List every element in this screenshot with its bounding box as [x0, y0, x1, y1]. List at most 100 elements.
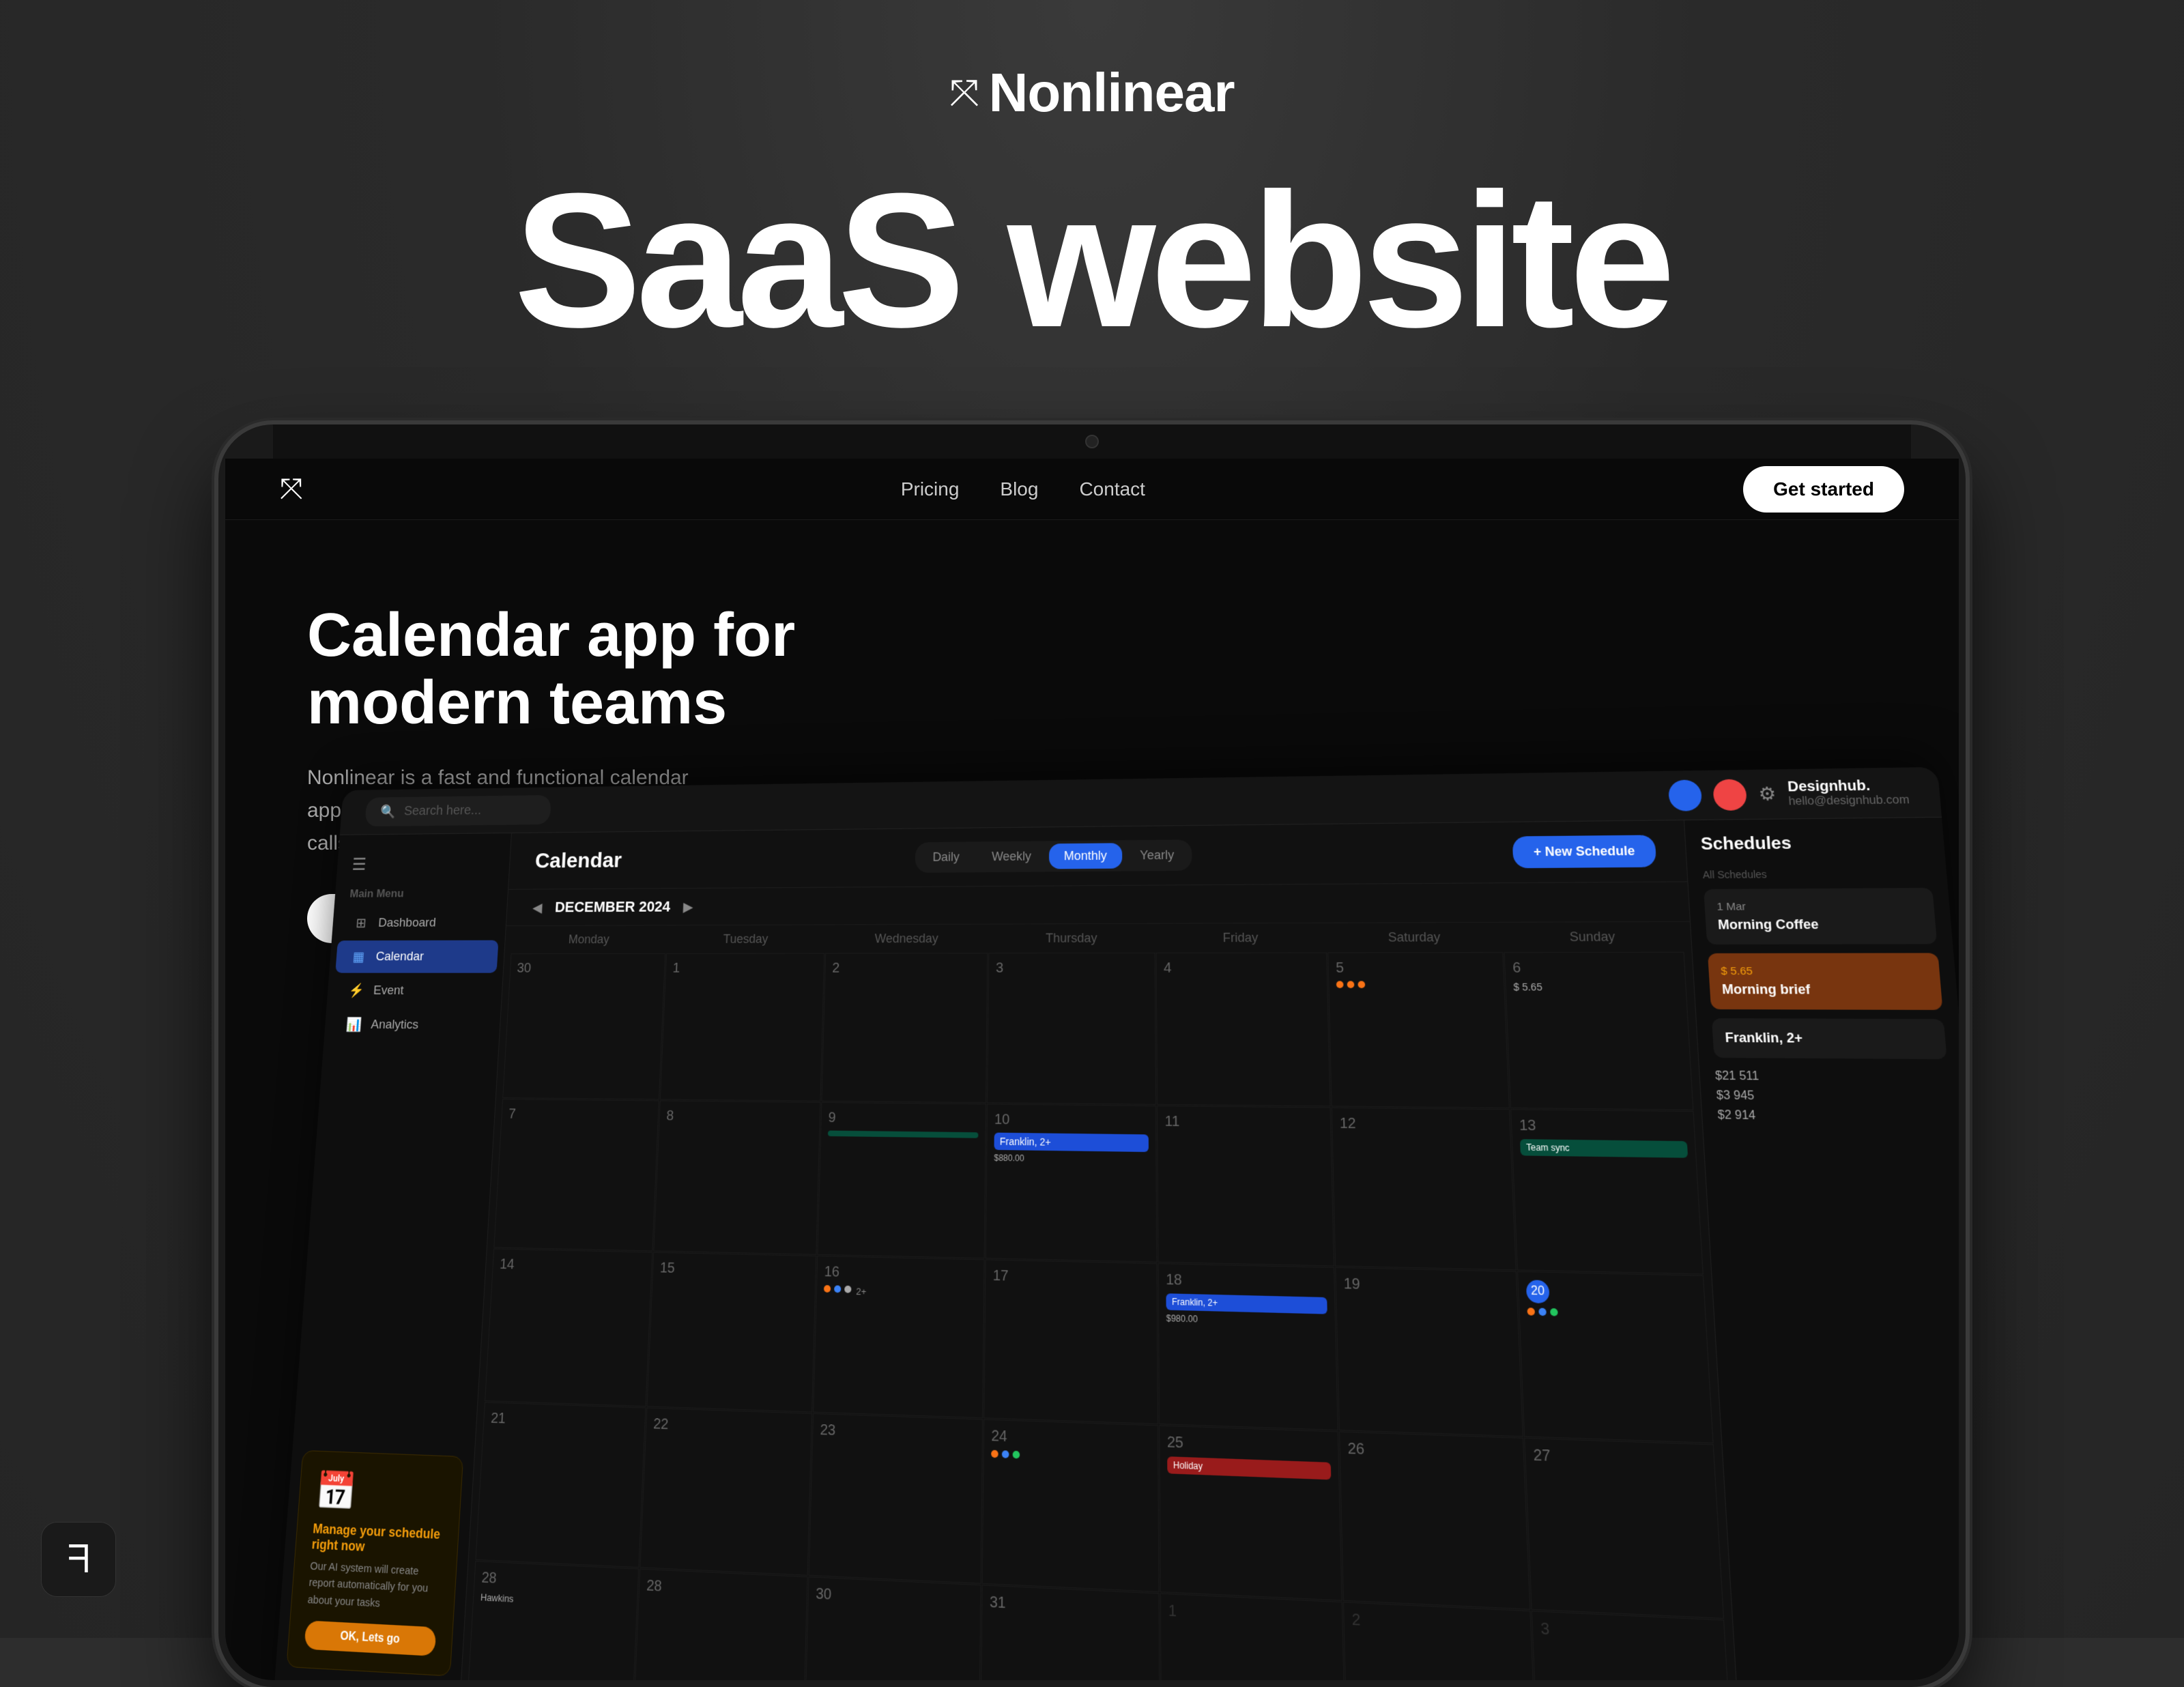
cal-cell-24[interactable]: 24	[982, 1419, 1160, 1593]
nav-logo-icon: ⤧	[280, 472, 303, 506]
dot-24-2	[1002, 1451, 1009, 1459]
cal-cell-9[interactable]: 9	[817, 1102, 986, 1258]
month-label: DECEMBER 2024	[554, 898, 670, 916]
view-btn-monthly[interactable]: Monthly	[1049, 843, 1122, 869]
day-header-tuesday: Tuesday	[666, 925, 826, 953]
cal-cell-10[interactable]: 10 Franklin, 2+ $880.00	[986, 1104, 1158, 1262]
cal-cell-14[interactable]: 14	[485, 1248, 652, 1407]
view-btn-daily[interactable]: Daily	[918, 844, 975, 870]
cal-cell-8[interactable]: 8	[653, 1100, 820, 1254]
profile-name: Designhub.	[1787, 777, 1909, 796]
event-icon: ⚡	[348, 982, 364, 998]
dot-24-3	[1013, 1451, 1020, 1459]
cal-cell-3[interactable]: 3	[987, 953, 1156, 1105]
dot-16-3	[844, 1285, 851, 1293]
framer-badge[interactable]: ᖷ	[41, 1522, 116, 1597]
cell-20-dots	[1527, 1308, 1697, 1320]
prev-month-arrow[interactable]: ◀	[532, 899, 543, 915]
cal-cell-30[interactable]: 30	[502, 953, 665, 1099]
event-10-franklin[interactable]: Franklin, 2+	[994, 1132, 1149, 1151]
cal-cell-1[interactable]: 1	[660, 953, 824, 1101]
cal-cell-23[interactable]: 23	[809, 1413, 983, 1584]
day-header-saturday: Saturday	[1326, 923, 1503, 953]
calendar-day-headers: Monday Tuesday Wednesday Thursday Friday…	[504, 922, 1691, 953]
cell-28-label: Hawkins	[480, 1591, 631, 1611]
schedule-time-1: 1 Mar	[1716, 899, 1922, 913]
cal-cell-20[interactable]: 20	[1517, 1271, 1714, 1443]
cal-cell-29[interactable]: 28	[633, 1569, 808, 1680]
profile-info: Designhub. hello@designhub.com	[1787, 777, 1910, 808]
cal-cell-next-2[interactable]: 2	[1343, 1602, 1538, 1680]
amount-1: $21 511	[1715, 1070, 1949, 1086]
cal-cell-16[interactable]: 16 2+	[813, 1255, 985, 1418]
cal-cell-26[interactable]: 26	[1339, 1432, 1531, 1610]
cal-cell-27[interactable]: 27	[1524, 1438, 1724, 1619]
calendar-title: Calendar	[534, 848, 622, 873]
event-13[interactable]: Team sync	[1520, 1139, 1688, 1158]
promo-illustration: 📅	[314, 1469, 446, 1518]
cell-24-dots	[991, 1450, 1150, 1464]
cal-cell-19[interactable]: 19	[1335, 1267, 1523, 1437]
next-month-arrow[interactable]: ▶	[683, 898, 694, 915]
schedule-card-2[interactable]: $ 5.65 Morning brief	[1708, 953, 1943, 1009]
schedule-name-1: Morning Coffee	[1717, 917, 1923, 933]
cal-cell-22[interactable]: 22	[640, 1408, 812, 1576]
cal-cell-11[interactable]: 11	[1157, 1106, 1334, 1266]
cal-cell-next-3[interactable]: 3	[1532, 1611, 1735, 1680]
day-header-monday: Monday	[511, 925, 667, 953]
sidebar-item-event[interactable]: ⚡ Event	[332, 975, 496, 1007]
cal-cell-6[interactable]: 6 $ 5.65	[1504, 952, 1693, 1110]
day-header-thursday: Thursday	[988, 924, 1155, 953]
amount-3: $2 914	[1717, 1109, 1953, 1125]
nav-link-blog[interactable]: Blog	[1000, 478, 1038, 500]
cal-cell-2[interactable]: 2	[821, 953, 988, 1103]
app-navbar: ⤧ Pricing Blog Contact Get started	[225, 459, 1959, 520]
cal-cell-4[interactable]: 4	[1156, 953, 1331, 1107]
cal-cell-31[interactable]: 31	[980, 1585, 1160, 1680]
nav-link-contact[interactable]: Contact	[1079, 478, 1145, 500]
cal-cell-30b[interactable]: 30	[804, 1576, 981, 1680]
tablet-screen: ⤧ Pricing Blog Contact Get started Calen…	[225, 459, 1959, 1680]
sidebar-item-calendar[interactable]: ▦ Calendar	[335, 940, 498, 973]
gear-icon[interactable]: ⚙	[1757, 783, 1777, 805]
cal-cell-next-1[interactable]: 1	[1160, 1594, 1347, 1680]
view-btn-yearly[interactable]: Yearly	[1125, 842, 1190, 868]
dot-16-2	[834, 1285, 841, 1293]
schedule-card-3[interactable]: Franklin, 2+	[1712, 1018, 1947, 1059]
cal-cell-21[interactable]: 21	[475, 1402, 646, 1568]
cal-cell-18[interactable]: 18 Franklin, 2+ $980.00	[1158, 1263, 1338, 1431]
schedule-card-1[interactable]: 1 Mar Morning Coffee	[1704, 888, 1937, 945]
profile-email: hello@designhub.com	[1788, 794, 1910, 809]
calendar-main: Calendar Daily Weekly Monthly Yearly + N…	[459, 820, 1743, 1680]
app-hero-title: Calendar app for modern teams	[307, 602, 921, 737]
cal-cell-13[interactable]: 13 Team sync	[1510, 1109, 1704, 1274]
event-25[interactable]: Holiday	[1167, 1457, 1331, 1480]
page-wrapper: ⤧ Nonlinear SaaS website ⤧	[0, 0, 2184, 1687]
event-9[interactable]	[828, 1130, 979, 1138]
sidebar-item-dashboard[interactable]: ⊞ Dashboard	[338, 906, 500, 939]
view-btn-weekly[interactable]: Weekly	[977, 844, 1046, 869]
promo-cta-button[interactable]: OK, Lets go	[304, 1620, 436, 1656]
cal-cell-17[interactable]: 17	[983, 1259, 1158, 1425]
cal-cell-25[interactable]: 25 Holiday	[1159, 1426, 1342, 1601]
tablet-outer: ⤧ Pricing Blog Contact Get started Calen…	[218, 424, 1966, 1687]
promo-title: Manage your schedule right now	[311, 1520, 443, 1558]
cell-5-dots	[1336, 981, 1497, 988]
hamburger-icon[interactable]: ☰	[336, 853, 510, 875]
cell-16-dots: 2+	[824, 1285, 977, 1300]
sidebar-item-analytics[interactable]: 📊 Analytics	[330, 1008, 495, 1041]
cal-cell-12[interactable]: 12	[1332, 1107, 1517, 1270]
cal-cell-28[interactable]: 28 Hawkins	[465, 1561, 639, 1680]
calendar-grid: 30 1 2 3 4 5	[459, 952, 1743, 1680]
event-18-franklin[interactable]: Franklin, 2+	[1166, 1293, 1327, 1314]
nav-cta-button[interactable]: Get started	[1743, 466, 1904, 513]
nav-link-pricing[interactable]: Pricing	[901, 478, 960, 500]
calendar-search[interactable]: 🔍 Search here...	[364, 795, 551, 826]
event-10-amount: $880.00	[994, 1153, 1149, 1165]
cal-cell-7[interactable]: 7	[493, 1099, 659, 1251]
new-schedule-button[interactable]: + New Schedule	[1512, 835, 1656, 868]
schedules-subtitle: All Schedules	[1702, 867, 1931, 880]
tablet-camera-bar	[273, 424, 1911, 459]
cal-cell-5[interactable]: 5	[1327, 952, 1510, 1108]
cal-cell-15[interactable]: 15	[646, 1252, 816, 1413]
